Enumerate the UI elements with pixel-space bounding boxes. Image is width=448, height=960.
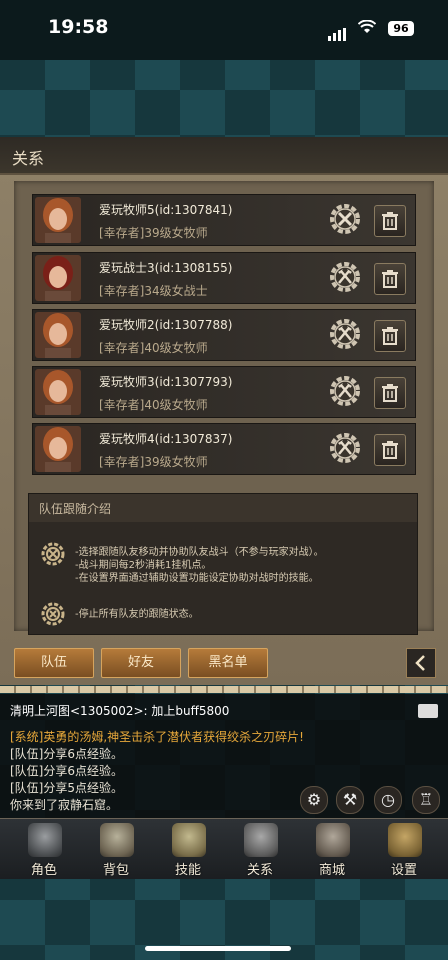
party-member-row[interactable]: 爱玩牧师2(id:1307788) [幸存者]40级女牧师: [32, 309, 416, 361]
chat-expand-icon[interactable]: [418, 704, 438, 718]
remove-member-button[interactable]: [374, 205, 406, 237]
chat-message: 你来到了寂静石窟。: [10, 798, 119, 812]
nav-shop[interactable]: 商城: [302, 819, 362, 879]
trash-icon: [382, 270, 398, 288]
member-name: 爱玩牧师5(id:1307841): [99, 203, 233, 217]
bottom-nav: 角色 背包 技能 关系 商城 设置: [0, 818, 448, 879]
trash-icon: [382, 327, 398, 345]
gear-axes-icon[interactable]: [327, 259, 363, 295]
member-info: [幸存者]40级女牧师: [99, 398, 208, 412]
follow-desc-3: -在设置界面通过辅助设置功能设定协助对战时的技能。: [75, 573, 319, 584]
helmet-icon: [28, 823, 62, 857]
chat-message: [队伍]分享5点经验。: [10, 781, 123, 795]
collapse-button[interactable]: [406, 648, 436, 678]
member-info: [幸存者]39级女牧师: [99, 226, 208, 240]
member-name: 爱玩牧师4(id:1307837): [99, 432, 233, 446]
tab-friends[interactable]: 好友: [101, 648, 181, 678]
party-member-row[interactable]: 爱玩牧师3(id:1307793) [幸存者]40级女牧师: [32, 366, 416, 418]
member-name: 爱玩牧师3(id:1307793): [99, 375, 233, 389]
member-info: [幸存者]40级女牧师: [99, 341, 208, 355]
trash-icon: [382, 384, 398, 402]
avatar: [35, 369, 81, 415]
gear-axes-icon[interactable]: [327, 316, 363, 352]
nav-label: 角色: [30, 863, 57, 878]
follow-desc-2: -战斗期间每2秒消耗1挂机点。: [75, 560, 212, 571]
intro-header: 队伍跟随介绍: [29, 494, 417, 522]
signal-icon: [328, 22, 348, 41]
status-bar: 19:58 96: [0, 0, 448, 60]
skill-book-icon: [172, 823, 206, 857]
avatar: [35, 312, 81, 358]
nav-relations[interactable]: 关系: [230, 819, 290, 879]
nav-label: 关系: [246, 863, 273, 878]
nav-label: 商城: [318, 863, 345, 878]
axe-icon[interactable]: ⚒: [336, 786, 364, 814]
nav-settings[interactable]: 设置: [374, 819, 434, 879]
chat-message: [队伍]分享6点经验。: [10, 764, 123, 778]
stop-follow-desc: -停止所有队友的跟随状态。: [75, 609, 199, 620]
nav-label: 设置: [390, 863, 417, 878]
tab-team[interactable]: 队伍: [14, 648, 94, 678]
nav-character[interactable]: 角色: [14, 819, 74, 879]
trash-icon: [382, 441, 398, 459]
nav-bag[interactable]: 背包: [86, 819, 146, 879]
party-member-row[interactable]: 爱玩牧师5(id:1307841) [幸存者]39级女牧师: [32, 194, 416, 246]
remove-member-button[interactable]: [374, 320, 406, 352]
avatar: [35, 255, 81, 301]
remove-member-button[interactable]: [374, 434, 406, 466]
clock: 19:58: [48, 16, 109, 38]
nav-label: 技能: [174, 863, 201, 878]
tab-blacklist[interactable]: 黑名单: [188, 648, 268, 678]
handshake-icon: [244, 823, 278, 857]
home-indicator[interactable]: [145, 946, 291, 951]
gear-x-icon[interactable]: [327, 201, 363, 237]
avatar: [35, 197, 81, 243]
chat-panel[interactable]: 清明上河图<1305002>: 加上buff5800 [系统]英勇的汤姆,神圣击…: [0, 694, 448, 818]
follow-intro-box: 队伍跟随介绍 -选择跟随队友移动并协助队友战斗（不参与玩家对战）。 -战斗期间每…: [28, 493, 418, 635]
wifi-icon: [358, 20, 376, 33]
relation-tabs: 队伍 好友 黑名单: [0, 648, 448, 684]
cup-icon[interactable]: ♖: [412, 786, 440, 814]
gear-chat-icon[interactable]: ⚙: [300, 786, 328, 814]
gear-axes-icon[interactable]: [327, 430, 363, 466]
member-name: 爱玩战士3(id:1308155): [99, 261, 233, 275]
trash-icon: [382, 212, 398, 230]
follow-desc-1: -选择跟随队友移动并协助队友战斗（不参与玩家对战）。: [75, 547, 324, 558]
stop-follow-gear-icon: [41, 602, 65, 626]
nav-label: 背包: [102, 863, 129, 878]
panel-title: 关系: [12, 149, 45, 168]
member-name: 爱玩牧师2(id:1307788): [99, 318, 233, 332]
intro-title: 队伍跟随介绍: [39, 502, 112, 516]
chat-latest-message: 清明上河图<1305002>: 加上buff5800: [10, 704, 230, 718]
follow-gear-icon: [41, 542, 65, 566]
divider-strip: [0, 686, 448, 693]
nav-skills[interactable]: 技能: [158, 819, 218, 879]
gear-axes-icon[interactable]: [327, 373, 363, 409]
member-info: [幸存者]34级女战士: [99, 284, 208, 298]
settings-gear-icon: [388, 823, 422, 857]
remove-member-button[interactable]: [374, 377, 406, 409]
chevron-left-icon: [415, 655, 425, 671]
battery-icon: 96: [388, 21, 414, 36]
chat-message: [队伍]分享6点经验。: [10, 747, 123, 761]
party-member-row[interactable]: 爱玩战士3(id:1308155) [幸存者]34级女战士: [32, 252, 416, 304]
shop-icon: [316, 823, 350, 857]
bag-icon: [100, 823, 134, 857]
remove-member-button[interactable]: [374, 263, 406, 295]
panel-header: 关系: [0, 137, 448, 175]
avatar: [35, 426, 81, 472]
chat-system-message: [系统]英勇的汤姆,神圣击杀了潜伏者获得绞杀之刃碎片!: [10, 730, 304, 744]
clock-icon[interactable]: ◷: [374, 786, 402, 814]
member-info: [幸存者]39级女牧师: [99, 455, 208, 469]
party-member-row[interactable]: 爱玩牧师4(id:1307837) [幸存者]39级女牧师: [32, 423, 416, 475]
